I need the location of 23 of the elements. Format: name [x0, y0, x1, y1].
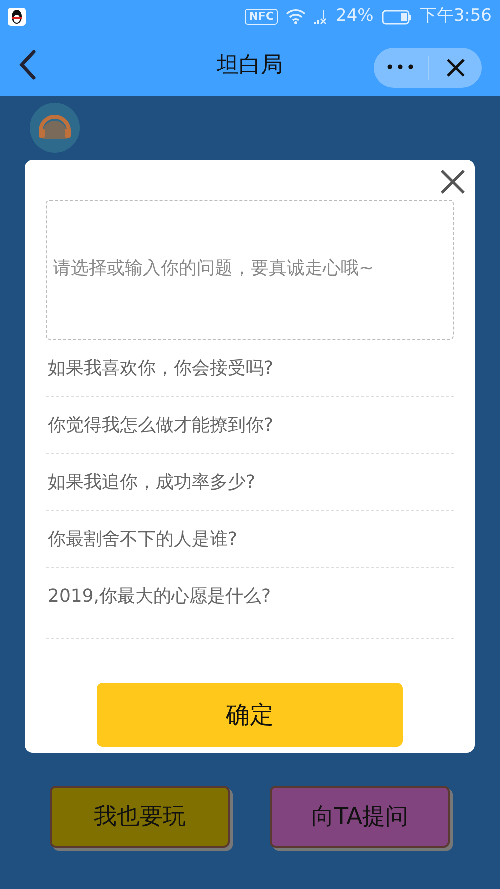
close-icon [439, 168, 467, 196]
page-title: 坦白局 [217, 52, 283, 80]
back-icon [18, 49, 38, 81]
battery-percent: 24% [336, 5, 374, 28]
back-button[interactable] [18, 49, 38, 81]
question-field[interactable]: 请选择或输入你的问题，要真诚走心哦~ [46, 200, 454, 340]
signal-icon [314, 9, 328, 25]
close-button[interactable] [439, 168, 467, 196]
more-button[interactable]: ••• [374, 56, 428, 80]
question-item[interactable]: 2019,你最大的心愿是什么? [46, 568, 454, 639]
avatar-icon [30, 103, 80, 153]
close-icon [446, 58, 466, 78]
wifi-icon [286, 9, 306, 25]
battery-icon [382, 10, 412, 24]
question-item[interactable]: 你觉得我怎么做才能撩到你? [46, 397, 454, 454]
question-item[interactable]: 你最割舍不下的人是谁? [46, 511, 454, 568]
status-time: 下午3:56 [420, 5, 492, 28]
confirm-button[interactable]: 确定 [97, 683, 403, 747]
question-item[interactable]: 如果我喜欢你，你会接受吗? [46, 340, 454, 397]
action-button[interactable]: 我也要玩 [50, 786, 230, 848]
nfc-label: NFC [245, 9, 278, 25]
question-item[interactable]: 如果我追你，成功率多少? [46, 454, 454, 511]
penguin-icon [8, 8, 26, 26]
